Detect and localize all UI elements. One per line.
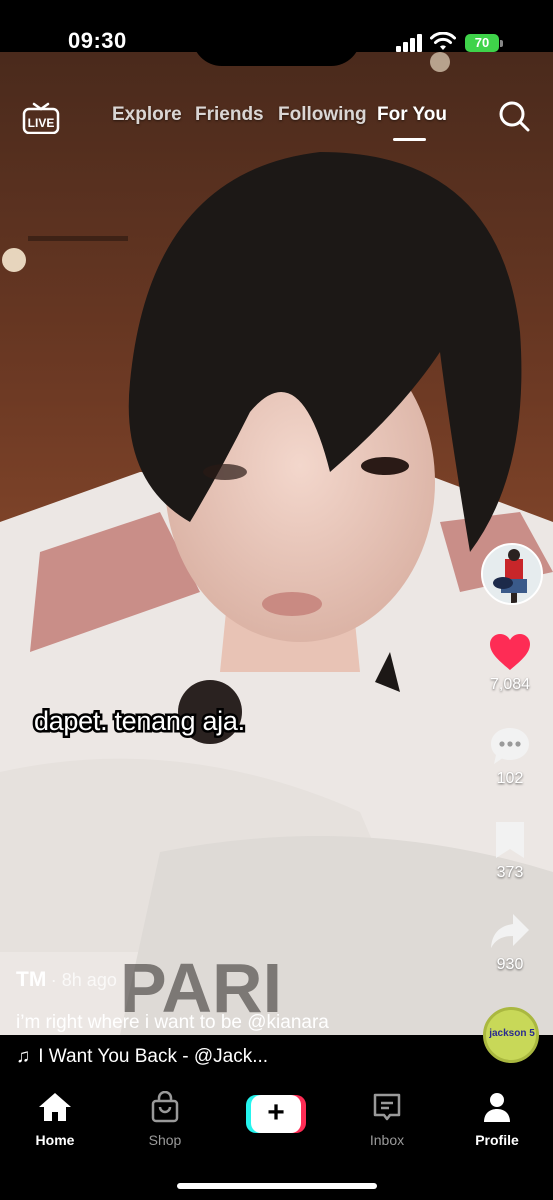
music-disc-label: jackson 5 [489, 1028, 535, 1039]
share-count: 930 [496, 956, 524, 973]
nav-home-label: Home [35, 1132, 75, 1148]
share-button[interactable]: 930 [474, 912, 546, 974]
tab-following[interactable]: Following [278, 104, 367, 126]
active-tab-indicator [393, 138, 426, 141]
battery-indicator: 70 [465, 34, 499, 52]
nav-profile-label: Profile [475, 1132, 519, 1148]
top-nav: LIVE Explore Friends Following For You [0, 90, 553, 150]
post-info: TM · 8h ago i’m right where i want to be… [16, 968, 476, 1067]
inbox-icon [373, 1093, 401, 1121]
signal-icon [396, 34, 424, 52]
plus-icon: + [251, 1095, 301, 1133]
like-button[interactable]: 7,084 [474, 632, 546, 694]
live-icon[interactable]: LIVE [22, 100, 60, 134]
nav-home[interactable]: Home [15, 1091, 95, 1148]
live-label: LIVE [28, 116, 55, 130]
bookmark-button[interactable]: 373 [474, 820, 546, 882]
nav-inbox[interactable]: Inbox [347, 1091, 427, 1148]
post-time: 8h ago [61, 970, 117, 990]
author-row: TM · 8h ago [16, 968, 476, 992]
home-icon [39, 1093, 71, 1121]
nav-inbox-label: Inbox [369, 1132, 405, 1148]
shop-bag-icon [151, 1090, 179, 1123]
bookmark-icon [496, 822, 524, 858]
music-disc[interactable]: jackson 5 [483, 1007, 539, 1063]
separator-dot: · [50, 970, 62, 990]
heart-icon [490, 634, 530, 670]
tab-for-you[interactable]: For You [377, 104, 447, 126]
video-caption-overlay: dapet. tenang aja. [32, 704, 248, 739]
nav-profile[interactable]: Profile [457, 1091, 537, 1148]
music-row[interactable]: ♫ I Want You Back - @Jack... [16, 1046, 268, 1068]
nav-shop[interactable]: Shop [125, 1090, 205, 1148]
comment-icon [491, 728, 529, 764]
home-indicator [177, 1183, 377, 1189]
video-frame: PARI [0, 52, 553, 1035]
post-description[interactable]: i’m right where i want to be @kianara [16, 1012, 329, 1034]
music-title: I Want You Back - @Jack... [38, 1046, 269, 1067]
nav-shop-label: Shop [148, 1132, 182, 1148]
creator-avatar[interactable] [481, 543, 543, 605]
music-note-icon: ♫ [16, 1046, 31, 1067]
dynamic-island [192, 0, 361, 66]
search-icon[interactable] [498, 100, 530, 132]
author-name[interactable]: TM [16, 968, 46, 991]
status-time: 09:30 [68, 28, 127, 53]
wifi-icon [430, 32, 456, 50]
tab-explore[interactable]: Explore [112, 104, 182, 126]
battery-tip [500, 40, 503, 47]
profile-icon [484, 1093, 510, 1122]
bookmark-count: 373 [496, 864, 524, 881]
video-player[interactable]: PARI [0, 52, 553, 1035]
like-count: 7,084 [489, 676, 531, 693]
create-button[interactable]: + [246, 1095, 306, 1133]
comment-button[interactable]: 102 [474, 726, 546, 788]
tab-friends[interactable]: Friends [195, 104, 264, 126]
comment-count: 102 [496, 770, 524, 787]
share-icon [491, 914, 529, 948]
